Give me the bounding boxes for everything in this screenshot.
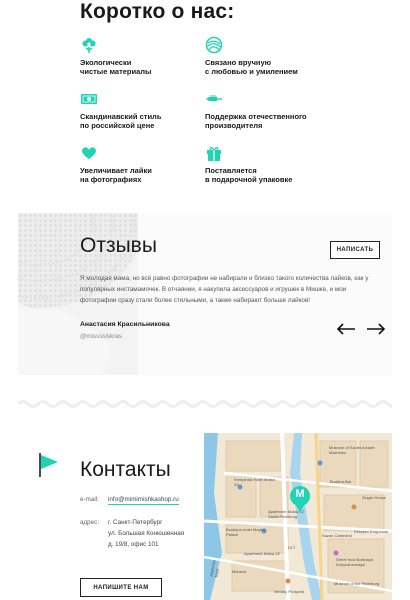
address-label: адрес: bbox=[80, 519, 100, 526]
yarn-ball-icon bbox=[205, 36, 223, 54]
map-label: Apartment Moika 22 bbox=[244, 551, 280, 556]
address-line: г. Санкт-Петербург bbox=[108, 519, 163, 526]
feature-handmade: Связано вручную с любовью и умилением bbox=[205, 36, 345, 76]
write-review-button[interactable]: НАПИСАТЬ bbox=[330, 241, 380, 259]
wave-divider bbox=[18, 400, 392, 408]
reviews-section: Отзывы НАПИСАТЬ Я молодая мама, но всё р… bbox=[18, 213, 392, 375]
feature-label: Экологически чистые материалы bbox=[80, 58, 152, 76]
contact-us-button[interactable]: НАПИШИТЕ НАМ bbox=[80, 578, 162, 597]
banknote-icon bbox=[81, 94, 97, 104]
map-label: Manezh bbox=[232, 569, 247, 574]
feature-label: Связано вручную с любовью и умилением bbox=[205, 58, 298, 76]
email-link[interactable]: info@mimimishkashop.ru bbox=[108, 496, 179, 505]
map-label: Boutique-hotel Moyka Palace bbox=[226, 527, 265, 537]
review-text: Я молодая мама, но всё равно фотографии … bbox=[80, 275, 369, 304]
contacts-title: Контакты bbox=[80, 458, 171, 481]
map-label: Nevsky Prospekt bbox=[274, 589, 305, 594]
email-value[interactable]: info@mimimishkashop.ru bbox=[108, 494, 179, 505]
map-label: Zinger House bbox=[362, 495, 387, 500]
map-marker[interactable]: M bbox=[294, 488, 306, 502]
heart-icon bbox=[82, 147, 96, 159]
arrow-left-icon[interactable] bbox=[336, 323, 356, 335]
map-label: DLT bbox=[288, 545, 296, 550]
map-label: Street food Bolshaya Konyushennaya bbox=[336, 557, 374, 567]
feature-label: Скандинавский стиль по российской цене bbox=[80, 112, 162, 130]
map-label: Kempinski Hotel Moika 22 bbox=[234, 477, 275, 487]
feature-label: Увеличивает лайки на фотографиях bbox=[80, 166, 152, 184]
feature-label: Поддержка отечественного производителя bbox=[205, 112, 307, 130]
map-label: Eliseyev Emporium bbox=[354, 529, 389, 534]
feature-domestic: Поддержка отечественного производителя bbox=[205, 90, 345, 130]
map-label: Museum of the Peterburg bbox=[334, 581, 380, 586]
gift-icon bbox=[207, 147, 221, 161]
feature-likes: Увеличивает лайки на фотографиях bbox=[80, 144, 220, 184]
arrow-right-icon[interactable] bbox=[366, 323, 386, 335]
feature-style: Скандинавский стиль по российской цене bbox=[80, 90, 220, 130]
review-author: Анастасия Красильникова bbox=[80, 321, 170, 328]
location-map[interactable]: M Kempinski Hotel Moika 22 Apartment Moi… bbox=[204, 433, 392, 600]
review-author-handle: @missssiskras bbox=[80, 333, 123, 340]
email-label: e-mail: bbox=[80, 496, 99, 503]
needle-icon bbox=[206, 95, 222, 101]
about-title: Коротко о нас: bbox=[80, 0, 235, 23]
reviews-title: Отзывы bbox=[80, 234, 157, 257]
flag-icon bbox=[39, 453, 58, 477]
map-label: Museum of Soviet Arcade Machines bbox=[329, 445, 375, 455]
address-value: г. Санкт-Петербург ул. Большая Конюшенна… bbox=[108, 517, 184, 550]
feature-eco: Экологически чистые материалы bbox=[80, 36, 220, 76]
address-line: ул. Большая Конюшенная bbox=[108, 530, 185, 537]
map-label: Buddha-Bar bbox=[330, 479, 352, 484]
feature-label: Поставляется в подарочной упаковке bbox=[205, 166, 293, 184]
address-line: д. 19/8, офис 101 bbox=[108, 541, 159, 548]
feature-gift: Поставляется в подарочной упаковке bbox=[205, 144, 345, 184]
map-label: Apartment Moika 22 Sankt-Peterburg bbox=[268, 509, 304, 519]
flower-icon bbox=[82, 38, 96, 53]
